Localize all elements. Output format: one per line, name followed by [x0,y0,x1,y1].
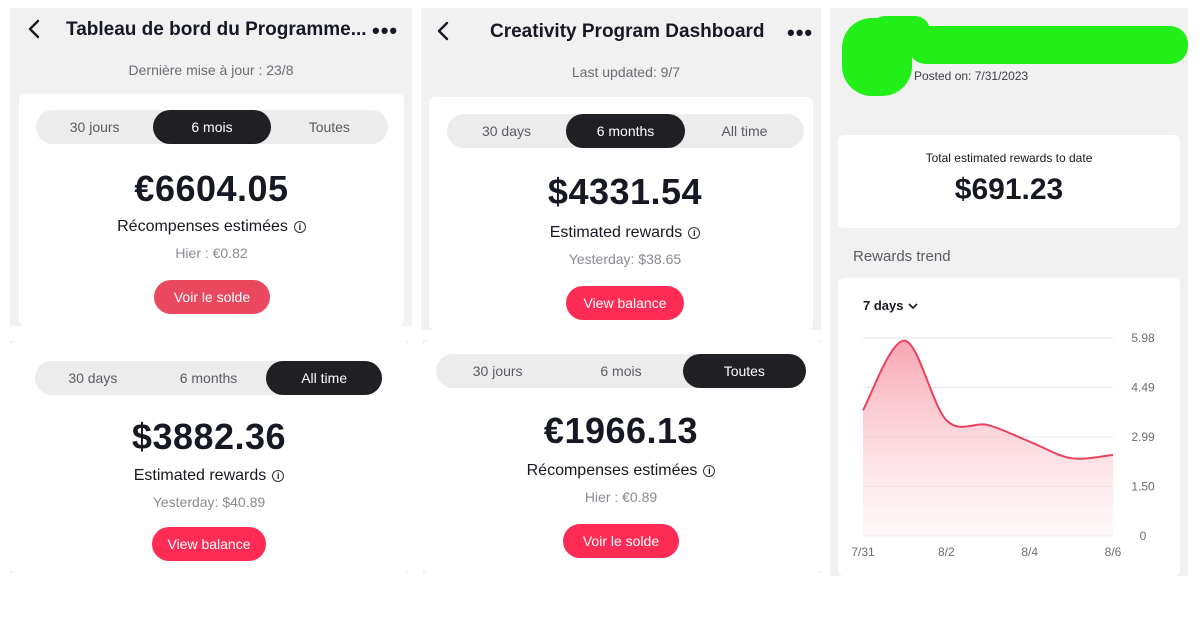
rewards-label-row: Estimated rewards i [429,224,821,242]
tab-all-time[interactable]: All time [685,114,804,148]
page-title: Creativity Program Dashboard [490,21,765,42]
view-balance-button[interactable]: View balance [152,527,266,561]
rewards-label-row: Récompenses estimées i [423,462,819,480]
rewards-label-row: Récompenses estimées i [19,218,404,236]
tab-all-time[interactable]: All time [266,361,383,395]
tab-6-months[interactable]: 6 months [566,114,685,148]
tab-6-mois[interactable]: 6 mois [153,110,271,144]
panel-dashboard-fr-6-months: Tableau de bord du Programme... ••• Dern… [10,8,412,326]
trend-chart-card: 7 days 5.98 4.49 2.99 1.50 0 7/31 8/2 8/4 8/6 [838,278,1180,576]
last-updated-label: Dernière mise à jour : 23/8 [128,62,294,78]
rewards-amount: $4331.54 [547,171,703,212]
y-tick-label: 1.50 [1131,479,1155,493]
x-tick-label: 8/4 [1021,545,1038,559]
rewards-amount: $3882.36 [131,416,287,457]
back-arrow-icon[interactable] [433,20,455,42]
chevron-down-icon [908,302,919,309]
tab-30-jours[interactable]: 30 jours [436,354,559,388]
tab-30-days[interactable]: 30 days [35,361,151,395]
range-dropdown[interactable]: 7 days [863,298,919,313]
x-tick-label: 7/31 [851,545,875,559]
rewards-amount: €6604.05 [134,168,289,209]
yesterday-amount: Hier : €0.89 [584,489,658,505]
yesterday-amount: Yesterday: $40.89 [152,494,266,510]
info-icon[interactable]: i [272,470,285,482]
panel-dashboard-fr-all-time: 30 jours 6 mois Toutes €1966.13 Récompen… [423,340,821,573]
view-balance-button[interactable]: Voir le solde [563,524,679,558]
tab-toutes[interactable]: Toutes [271,110,388,144]
rewards-card: 30 days 6 months All time $3882.36 Estim… [10,341,408,573]
y-tick-label: 4.49 [1131,380,1155,394]
info-icon[interactable]: i [293,221,306,233]
rewards-trend-title: Rewards trend [853,248,951,265]
rewards-label: Estimated rewards [549,224,683,241]
total-rewards-card: Total estimated rewards to date $691.23 [838,135,1180,228]
rewards-label: Estimated rewards [133,467,267,484]
rewards-card: 30 jours 6 mois Toutes €1966.13 Récompen… [423,340,821,573]
rewards-card: 30 jours 6 mois Toutes €6604.05 Récompen… [19,94,404,326]
yesterday-amount: Yesterday: $38.65 [568,251,682,267]
time-range-tabs: 30 days 6 months All time [447,114,804,148]
panel-dashboard-en-all-time: 30 days 6 months All time $3882.36 Estim… [10,341,408,573]
rewards-amount: €1966.13 [543,410,699,451]
x-tick-label: 8/2 [938,545,955,559]
rewards-label: Récompenses estimées [526,462,698,479]
last-updated-label: Last updated: 9/7 [571,64,681,80]
rewards-label-row: Estimated rewards i [10,467,408,485]
posted-date: Posted on: 7/31/2023 [914,69,1029,83]
view-balance-button[interactable]: Voir le solde [154,280,270,314]
total-rewards-amount: $691.23 [954,173,1064,206]
time-range-tabs: 30 jours 6 mois Toutes [436,354,806,388]
page-title: Tableau de bord du Programme... [66,19,367,40]
tab-30-jours[interactable]: 30 jours [36,110,153,144]
view-balance-button[interactable]: View balance [566,286,684,320]
rewards-card: 30 days 6 months All time $4331.54 Estim… [429,97,813,330]
tab-30-days[interactable]: 30 days [447,114,566,148]
y-tick-label: 5.98 [1131,331,1155,345]
rewards-trend-chart: 5.98 4.49 2.99 1.50 0 7/31 8/2 8/4 8/6 [851,331,1155,559]
more-options-icon[interactable]: ••• [787,22,813,44]
time-range-tabs: 30 days 6 months All time [35,361,383,395]
rewards-label: Récompenses estimées [117,218,288,235]
range-dropdown-label: 7 days [863,298,904,313]
x-tick-label: 8/6 [1105,545,1122,559]
info-icon[interactable]: i [703,465,716,477]
panel-dashboard-en-6-months: Creativity Program Dashboard ••• Last up… [421,8,821,330]
tab-toutes[interactable]: Toutes [682,354,806,388]
y-tick-label: 2.99 [1131,430,1155,444]
back-arrow-icon[interactable] [24,18,46,40]
area-fill [863,340,1113,536]
total-rewards-label: Total estimated rewards to date [925,151,1093,165]
time-range-tabs: 30 jours 6 mois Toutes [36,110,388,144]
yesterday-amount: Hier : €0.82 [175,245,248,261]
more-options-icon[interactable]: ••• [372,20,398,42]
tab-6-months[interactable]: 6 months [151,361,267,395]
tab-6-mois[interactable]: 6 mois [559,354,682,388]
panel-rewards-trend: Posted on: 7/31/2023 Total estimated rew… [830,8,1188,576]
info-icon[interactable]: i [688,227,701,239]
y-tick-label: 0 [1140,529,1147,543]
